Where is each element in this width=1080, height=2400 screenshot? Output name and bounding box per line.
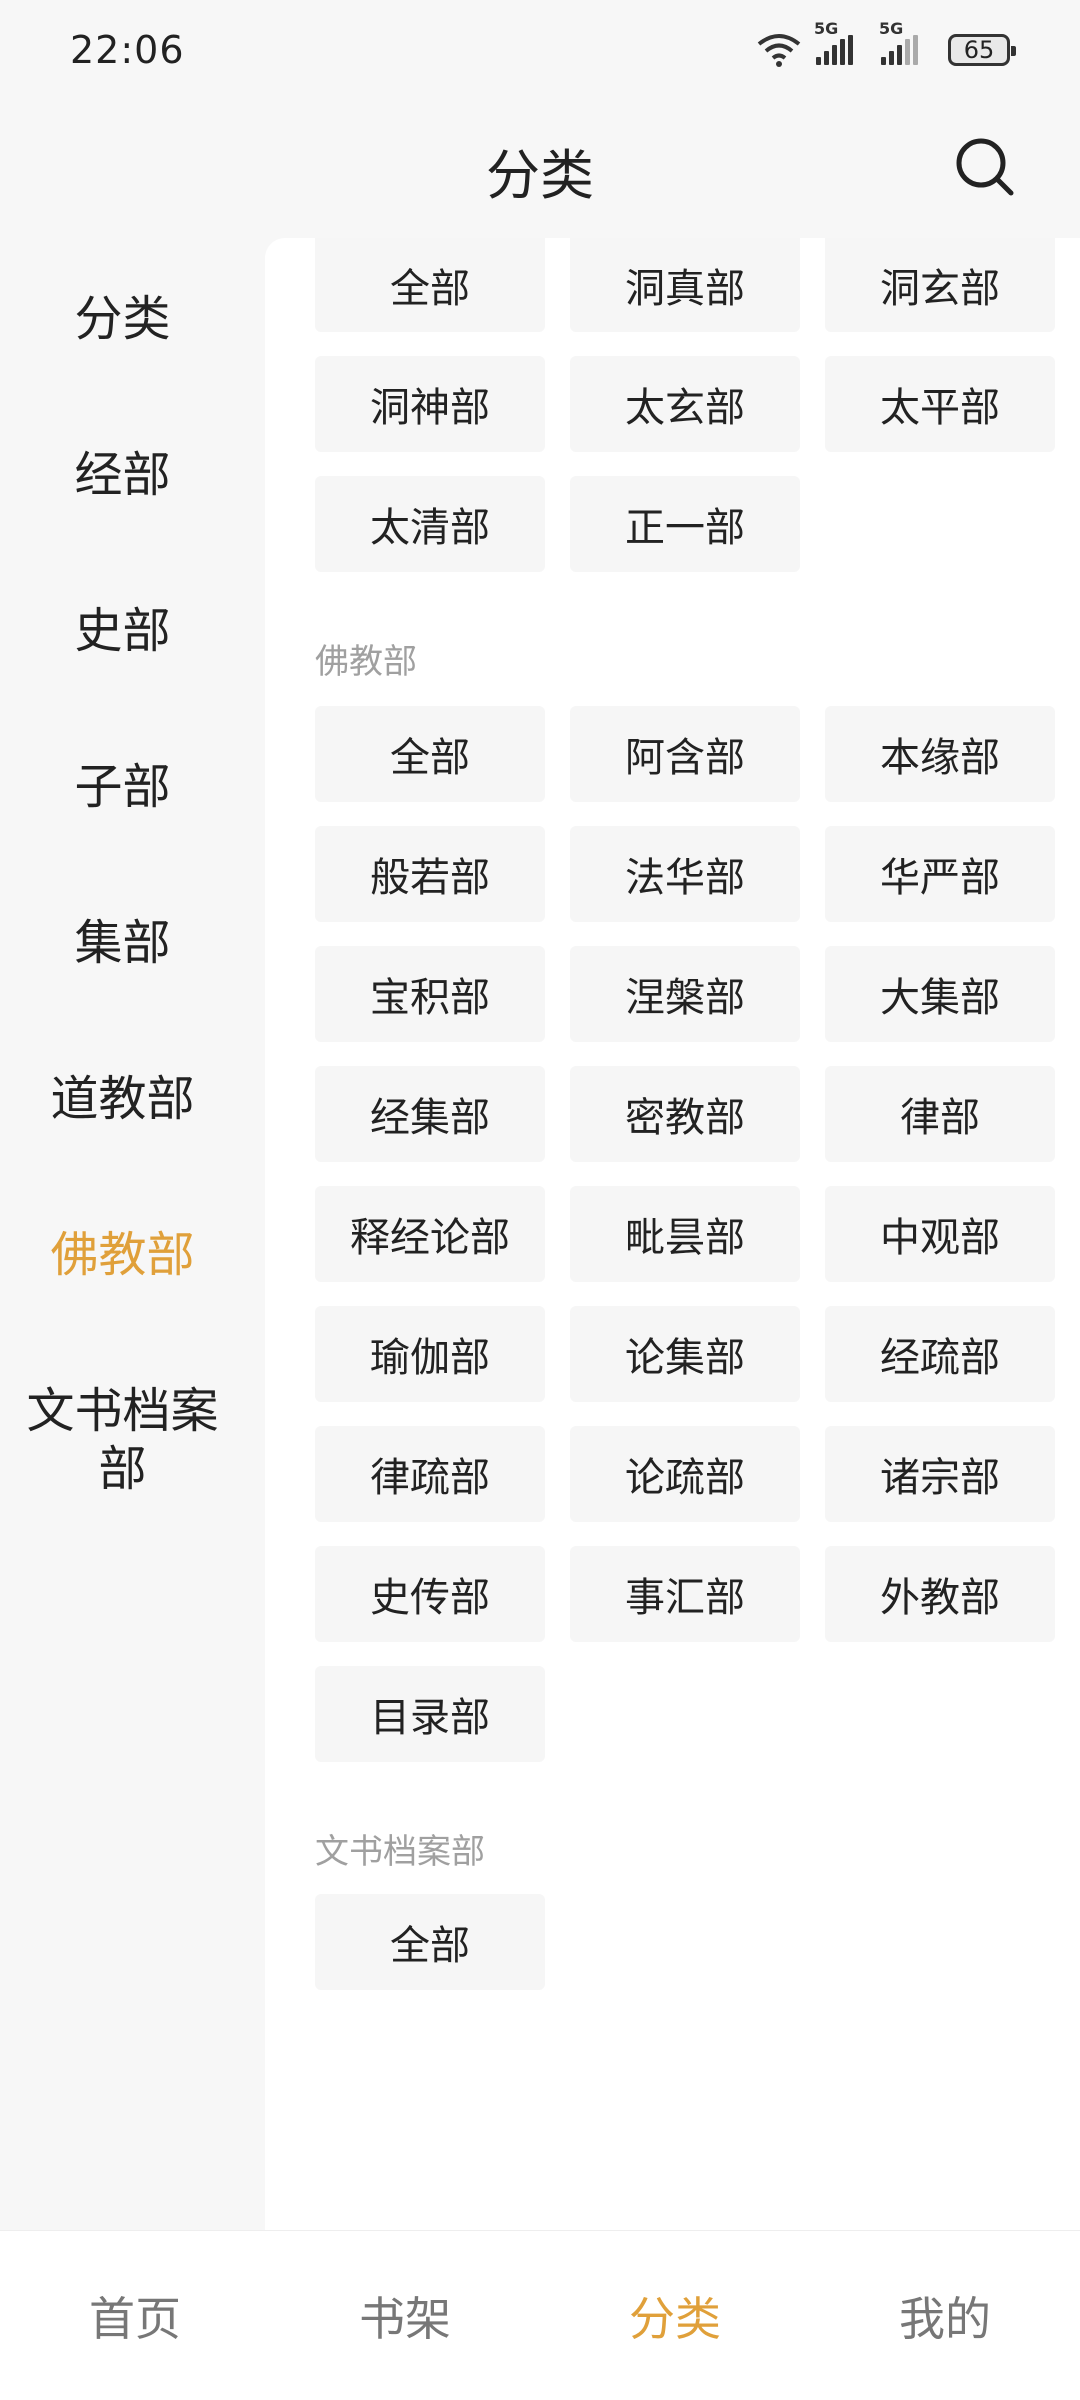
section-label-fojiao: 佛教部 <box>315 642 417 682</box>
chip-fojiao-all[interactable]: 全部 <box>315 706 545 802</box>
sidebar-item-jing[interactable]: 经部 <box>0 446 245 504</box>
chip-dongxuan[interactable]: 洞玄部 <box>825 238 1055 332</box>
chip-zhongguan[interactable]: 中观部 <box>825 1186 1055 1282</box>
category-content: 全部 洞真部 洞玄部 洞神部 太玄部 太平部 太清部 正一部 佛教部 全部 阿含… <box>265 238 1080 2230</box>
status-bar: 22:06 5G 5G 65 <box>0 0 1080 100</box>
chip-wenshu-all[interactable]: 全部 <box>315 1894 545 1990</box>
chip-dongshen[interactable]: 洞神部 <box>315 356 545 452</box>
nav-mine[interactable]: 我的 <box>845 2283 1045 2349</box>
wifi-icon <box>757 34 801 67</box>
battery-level: 65 <box>963 36 995 64</box>
chip-taixuan[interactable]: 太玄部 <box>570 356 800 452</box>
sidebar-item-category[interactable]: 分类 <box>0 290 245 348</box>
chip-zhengyi[interactable]: 正一部 <box>570 476 800 572</box>
chip-daji[interactable]: 大集部 <box>825 946 1055 1042</box>
chip-jingshu[interactable]: 经疏部 <box>825 1306 1055 1402</box>
page-title: 分类 <box>486 143 594 207</box>
chip-lv[interactable]: 律部 <box>825 1066 1055 1162</box>
chip-ahan[interactable]: 阿含部 <box>570 706 800 802</box>
search-button[interactable] <box>940 122 1030 212</box>
chip-dongzhen[interactable]: 洞真部 <box>570 238 800 332</box>
chip-niepan[interactable]: 涅槃部 <box>570 946 800 1042</box>
nav-home[interactable]: 首页 <box>35 2283 235 2349</box>
chip-jingji[interactable]: 经集部 <box>315 1066 545 1162</box>
chip-benyuan[interactable]: 本缘部 <box>825 706 1055 802</box>
chip-lunshu[interactable]: 论疏部 <box>570 1426 800 1522</box>
network-type-label: 5G <box>814 19 839 38</box>
chip-bore[interactable]: 般若部 <box>315 826 545 922</box>
nav-bookshelf[interactable]: 书架 <box>305 2283 505 2349</box>
chip-pitan[interactable]: 毗昙部 <box>570 1186 800 1282</box>
chip-shizhuan[interactable]: 史传部 <box>315 1546 545 1642</box>
sidebar-item-daojiao[interactable]: 道教部 <box>0 1070 245 1128</box>
chip-zhuzong[interactable]: 诸宗部 <box>825 1426 1055 1522</box>
bottom-nav: 首页 书架 分类 我的 <box>0 2230 1080 2400</box>
sidebar-item-shi[interactable]: 史部 <box>0 602 245 660</box>
chip-lvshu[interactable]: 律疏部 <box>315 1426 545 1522</box>
chip-huayan[interactable]: 华严部 <box>825 826 1055 922</box>
status-time: 22:06 <box>70 28 185 72</box>
chip-shihui[interactable]: 事汇部 <box>570 1546 800 1642</box>
chip-mulu[interactable]: 目录部 <box>315 1666 545 1762</box>
header: 分类 <box>0 100 1080 240</box>
status-icons: 5G 5G 65 <box>756 19 1016 68</box>
chip-lunji[interactable]: 论集部 <box>570 1306 800 1402</box>
cell-signal-icon: 5G <box>814 19 853 65</box>
chip-shijinglun[interactable]: 释经论部 <box>315 1186 545 1282</box>
battery-icon: 65 <box>948 34 1016 66</box>
chip-baoji[interactable]: 宝积部 <box>315 946 545 1042</box>
chip-taiqing[interactable]: 太清部 <box>315 476 545 572</box>
chip-mijiao[interactable]: 密教部 <box>570 1066 800 1162</box>
chip-daojiao-all[interactable]: 全部 <box>315 238 545 332</box>
sidebar-item-wenshu[interactable]: 文书档案部 <box>0 1382 245 1498</box>
chip-yujia[interactable]: 瑜伽部 <box>315 1306 545 1402</box>
cell-signal-icon: 5G <box>879 19 918 65</box>
chip-fahua[interactable]: 法华部 <box>570 826 800 922</box>
sidebar-item-zi[interactable]: 子部 <box>0 758 245 816</box>
search-icon <box>956 138 1014 196</box>
sidebar-item-fojiao[interactable]: 佛教部 <box>0 1226 245 1284</box>
chip-waijiao[interactable]: 外教部 <box>825 1546 1055 1642</box>
nav-category[interactable]: 分类 <box>575 2283 775 2349</box>
sidebar-item-ji[interactable]: 集部 <box>0 914 245 972</box>
chip-taiping[interactable]: 太平部 <box>825 356 1055 452</box>
network-type-label: 5G <box>879 19 904 38</box>
category-sidebar: 分类 经部 史部 子部 集部 道教部 佛教部 文书档案部 <box>0 240 265 2230</box>
section-label-wenshu: 文书档案部 <box>315 1832 485 1872</box>
